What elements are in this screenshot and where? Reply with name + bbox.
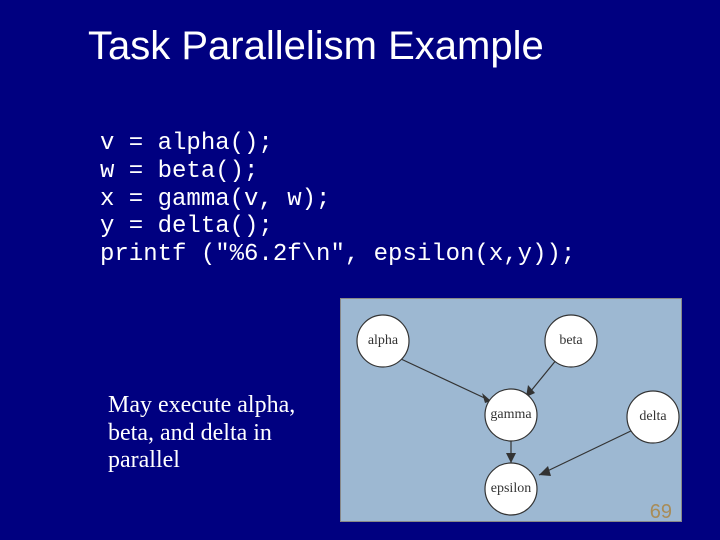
- arrowhead: [506, 453, 516, 463]
- task-graph: alpha beta delta gamma epsilon: [341, 299, 681, 521]
- code-line-2: w = beta();: [100, 158, 258, 185]
- slide-title: Task Parallelism Example: [0, 0, 720, 69]
- page-number: 69: [650, 501, 672, 524]
- code-line-5: printf ("%6.2f\n", epsilon(x,y));: [100, 241, 575, 268]
- edge-alpha-gamma: [401, 359, 491, 401]
- slide: Task Parallelism Example v = alpha(); w …: [0, 0, 720, 540]
- node-epsilon-label: epsilon: [491, 481, 531, 496]
- code-line-3: x = gamma(v, w);: [100, 186, 330, 213]
- code-line-1: v = alpha();: [100, 130, 273, 157]
- code-line-4: y = delta();: [100, 213, 273, 240]
- task-graph-panel: alpha beta delta gamma epsilon: [340, 298, 682, 522]
- node-delta-label: delta: [639, 409, 667, 424]
- node-alpha-label: alpha: [368, 333, 399, 348]
- caption-text: May execute alpha, beta, and delta in pa…: [108, 392, 318, 475]
- arrowhead: [539, 466, 551, 476]
- node-gamma-label: gamma: [490, 407, 532, 422]
- code-block: v = alpha(); w = beta(); x = gamma(v, w)…: [100, 130, 575, 269]
- edge-delta-epsilon: [539, 429, 635, 475]
- node-beta-label: beta: [559, 333, 583, 348]
